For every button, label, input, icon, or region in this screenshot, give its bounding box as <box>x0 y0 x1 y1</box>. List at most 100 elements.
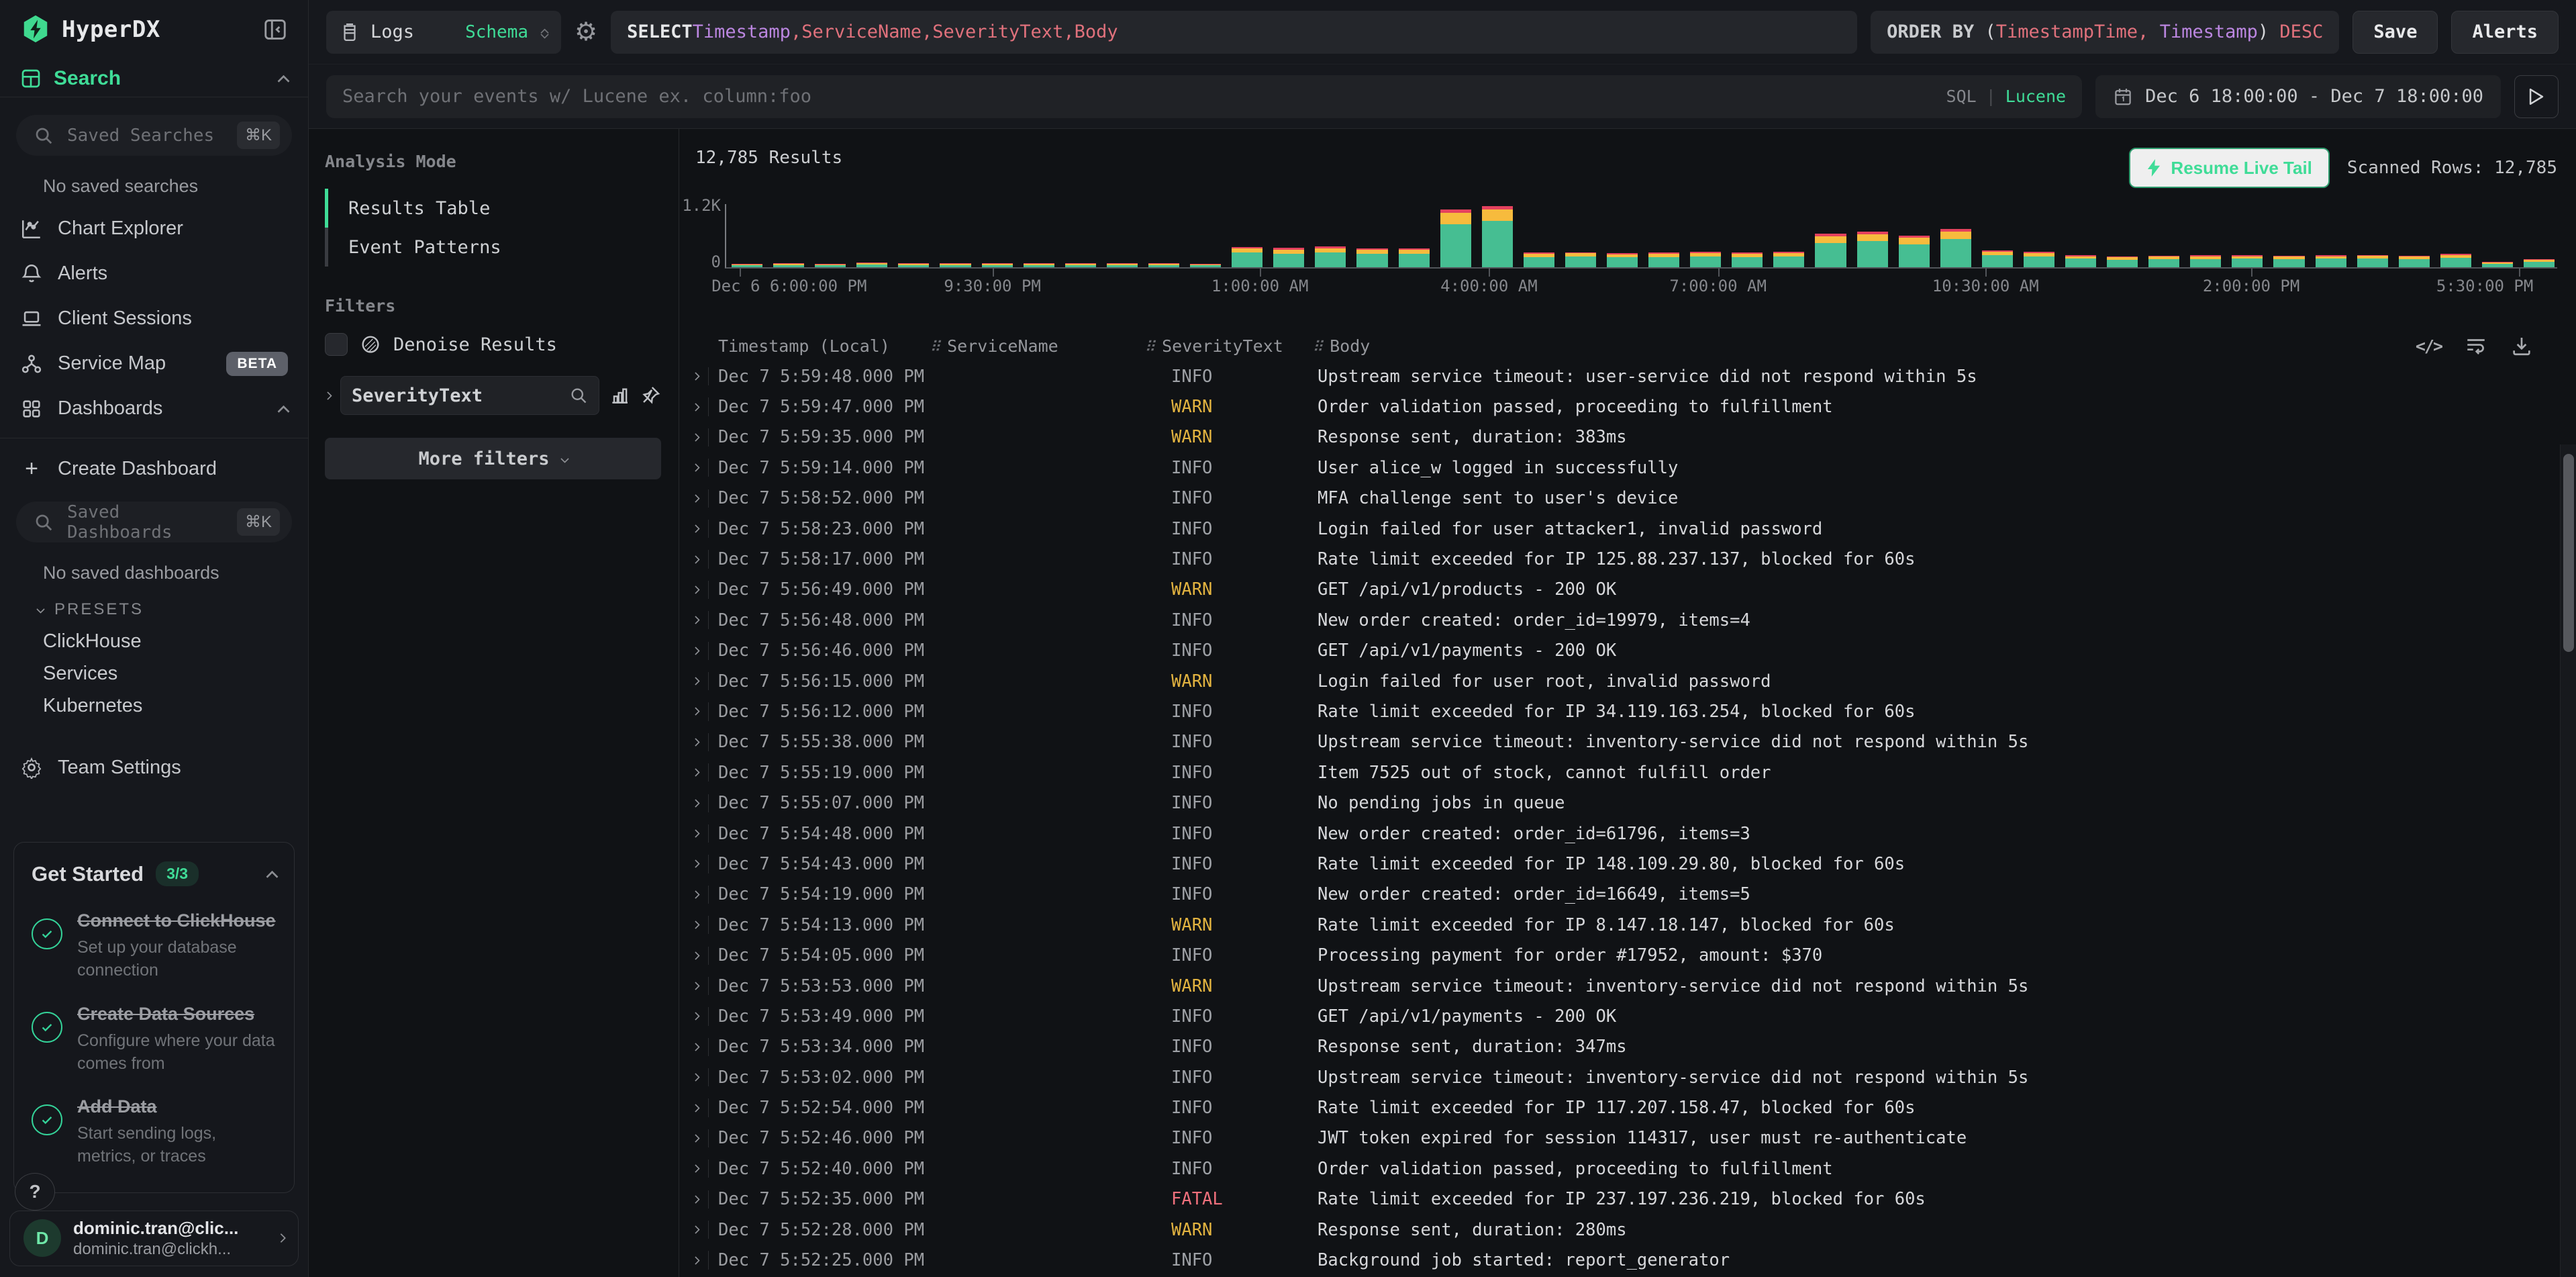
histogram-bar[interactable] <box>1148 263 1179 267</box>
mode-results-table[interactable]: Results Table <box>325 189 661 228</box>
expand-row-icon[interactable] <box>679 1038 709 1056</box>
sidebar-section-search[interactable]: Search <box>0 60 308 97</box>
date-range-picker[interactable]: Dec 6 18:00:00 - Dec 7 18:00:00 <box>2095 75 2501 118</box>
histogram-bar[interactable] <box>1607 253 1638 267</box>
preset-services[interactable]: Services <box>0 658 308 690</box>
log-row[interactable]: Dec 7 5:53:49.000 PM INFO GET /api/v1/pa… <box>679 1001 2576 1031</box>
histogram-bar[interactable] <box>1524 252 1554 267</box>
histogram-bar[interactable] <box>898 263 929 267</box>
histogram-bar[interactable] <box>1356 248 1387 267</box>
source-settings-gear-icon[interactable]: ⚙ <box>575 19 597 45</box>
log-row[interactable]: Dec 7 5:56:49.000 PM WARN GET /api/v1/pr… <box>679 575 2576 605</box>
saved-searches-input[interactable]: Saved Searches ⌘K <box>16 115 292 156</box>
histogram-bar[interactable] <box>1565 252 1596 267</box>
expand-row-icon[interactable] <box>679 642 709 660</box>
histogram-bar[interactable] <box>1815 234 1846 267</box>
histogram-bar[interactable] <box>856 263 887 267</box>
histogram-bar[interactable] <box>1315 246 1346 267</box>
bar-chart-icon[interactable] <box>609 385 630 406</box>
histogram-bar[interactable] <box>1732 252 1763 267</box>
severity-filter-field[interactable]: SeverityText <box>340 376 599 415</box>
expand-row-icon[interactable] <box>679 1221 709 1239</box>
sidebar-item-dashboards[interactable]: Dashboards <box>0 386 308 431</box>
histogram-bar[interactable] <box>1107 263 1138 267</box>
log-row[interactable]: Dec 7 5:55:07.000 PM INFO No pending job… <box>679 788 2576 818</box>
histogram-bar[interactable] <box>2399 256 2430 267</box>
histogram-bar[interactable] <box>1399 248 1430 267</box>
team-settings-button[interactable]: Team Settings <box>0 747 308 788</box>
expand-row-icon[interactable] <box>679 581 709 599</box>
histogram-bar[interactable] <box>1982 250 2013 267</box>
histogram-bar[interactable] <box>2273 256 2304 267</box>
expand-row-icon[interactable] <box>679 611 709 629</box>
log-row[interactable]: Dec 7 5:55:38.000 PM INFO Upstream servi… <box>679 727 2576 757</box>
histogram-bar[interactable] <box>2316 255 2346 267</box>
expand-row-icon[interactable] <box>679 1007 709 1025</box>
search-input[interactable] <box>342 86 1946 107</box>
expand-row-icon[interactable] <box>679 1129 709 1147</box>
histogram-bar[interactable] <box>1940 229 1971 267</box>
user-menu[interactable]: D dominic.tran@clic... dominic.tran@clic… <box>9 1211 299 1266</box>
expand-row-icon[interactable] <box>679 1160 709 1178</box>
save-button[interactable]: Save <box>2352 11 2438 54</box>
download-icon[interactable] <box>2510 334 2533 357</box>
create-dashboard-button[interactable]: + Create Dashboard <box>0 448 308 489</box>
source-selector[interactable]: Logs Schema <box>326 11 561 54</box>
log-row[interactable]: Dec 7 5:52:28.000 PM WARN Response sent,… <box>679 1215 2576 1245</box>
log-row[interactable]: Dec 7 5:56:46.000 PM INFO GET /api/v1/pa… <box>679 636 2576 666</box>
help-button[interactable]: ? <box>15 1173 55 1211</box>
histogram-bar[interactable] <box>1273 248 1304 267</box>
expand-row-icon[interactable] <box>679 1068 709 1086</box>
expand-row-icon[interactable] <box>679 459 709 477</box>
chevron-up-icon[interactable] <box>266 871 278 883</box>
sidebar-item-chart-explorer[interactable]: Chart Explorer <box>0 206 308 251</box>
event-search-field[interactable]: SQL | Lucene <box>326 75 2082 118</box>
select-expression-input[interactable]: SELECT Timestamp,ServiceName,SeverityTex… <box>611 11 1857 54</box>
expand-filter-icon[interactable] <box>324 391 332 400</box>
saved-dashboards-input[interactable]: Saved Dashboards ⌘K <box>16 502 292 542</box>
log-row[interactable]: Dec 7 5:59:35.000 PM WARN Response sent,… <box>679 422 2576 453</box>
histogram-bar[interactable] <box>1482 206 1513 267</box>
expand-row-icon[interactable] <box>679 794 709 812</box>
histogram-bar[interactable] <box>982 263 1013 267</box>
expand-row-icon[interactable] <box>679 733 709 751</box>
preset-clickhouse[interactable]: ClickHouse <box>0 626 308 658</box>
histogram-bar[interactable] <box>1065 263 1096 267</box>
log-row[interactable]: Dec 7 5:53:02.000 PM INFO Upstream servi… <box>679 1062 2576 1092</box>
log-row[interactable]: Dec 7 5:59:48.000 PM INFO Upstream servi… <box>679 361 2576 391</box>
resume-live-tail-button[interactable]: Resume Live Tail <box>2129 148 2330 188</box>
col-timestamp[interactable]: Timestamp (Local) <box>718 336 930 356</box>
sidebar-item-service-map[interactable]: Service Map BETA <box>0 341 308 386</box>
histogram-bar[interactable] <box>1773 252 1804 267</box>
histogram-bar[interactable] <box>2524 259 2555 267</box>
mode-event-patterns[interactable]: Event Patterns <box>325 228 661 267</box>
histogram-bar[interactable] <box>732 264 762 267</box>
get-started-step[interactable]: Add Data Start sending logs, metrics, or… <box>32 1095 277 1168</box>
scrollbar-thumb[interactable] <box>2563 454 2574 652</box>
histogram-bar[interactable] <box>2482 262 2513 267</box>
denoise-results-toggle[interactable]: Denoise Results <box>325 333 661 356</box>
log-row[interactable]: Dec 7 5:52:46.000 PM INFO JWT token expi… <box>679 1123 2576 1153</box>
histogram-bar[interactable] <box>2024 252 2054 267</box>
col-severitytext[interactable]: SeverityText <box>1144 336 1312 356</box>
expand-row-icon[interactable] <box>679 1098 709 1117</box>
collapse-sidebar-icon[interactable] <box>262 17 288 42</box>
histogram-bar[interactable] <box>1232 247 1262 267</box>
vertical-scrollbar[interactable] <box>2560 444 2576 1277</box>
log-row[interactable]: Dec 7 5:52:35.000 PM FATAL Rate limit ex… <box>679 1184 2576 1215</box>
expand-row-icon[interactable] <box>679 1251 709 1269</box>
lang-sql-toggle[interactable]: SQL <box>1946 87 1977 106</box>
more-filters-button[interactable]: More filters <box>325 438 661 479</box>
expand-row-icon[interactable] <box>679 916 709 934</box>
log-row[interactable]: Dec 7 5:54:43.000 PM INFO Rate limit exc… <box>679 849 2576 879</box>
expand-row-icon[interactable] <box>679 886 709 904</box>
log-row[interactable]: Dec 7 5:52:40.000 PM INFO Order validati… <box>679 1153 2576 1184</box>
log-row[interactable]: Dec 7 5:58:52.000 PM INFO MFA challenge … <box>679 483 2576 514</box>
histogram-bar[interactable] <box>1440 209 1471 267</box>
drag-handle-icon[interactable] <box>1144 336 1155 356</box>
expand-row-icon[interactable] <box>679 672 709 690</box>
expand-row-icon[interactable] <box>679 947 709 965</box>
histogram-bar[interactable] <box>1899 236 1930 267</box>
histogram-bar[interactable] <box>2107 256 2138 267</box>
orderby-expression-input[interactable]: ORDER BY (TimestampTime, Timestamp) DESC <box>1871 11 2339 54</box>
